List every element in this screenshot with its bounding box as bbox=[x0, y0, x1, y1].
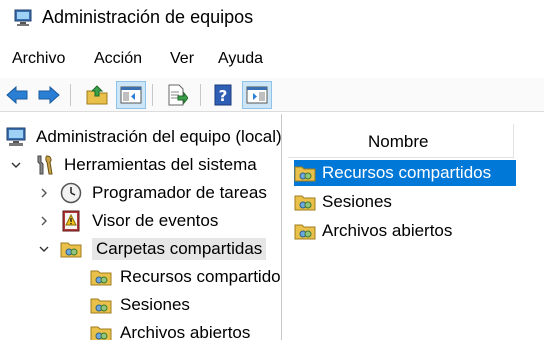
show-hide-console-tree-button[interactable] bbox=[116, 81, 146, 109]
show-hide-console-tree-icon bbox=[120, 86, 142, 104]
list-item-open-files[interactable]: Archivos abiertos bbox=[294, 218, 516, 244]
list-item-label: Sesiones bbox=[322, 192, 392, 211]
show-hide-action-pane-button[interactable] bbox=[242, 81, 272, 109]
toolbar-separator bbox=[70, 84, 71, 106]
menu-ayuda[interactable]: Ayuda bbox=[218, 50, 263, 68]
shared-folder-icon bbox=[294, 224, 316, 240]
shared-folder-icon bbox=[90, 326, 112, 340]
menu-bar: Archivo Acción Ver Ayuda bbox=[0, 44, 544, 76]
window-title: Administración de equipos bbox=[42, 7, 254, 27]
export-list-button[interactable] bbox=[162, 81, 192, 109]
shared-folder-icon bbox=[294, 166, 316, 182]
list-item-shares[interactable]: Recursos compartidos bbox=[294, 160, 516, 186]
chevron-down-icon[interactable] bbox=[10, 159, 22, 171]
menu-ver[interactable]: Ver bbox=[170, 50, 194, 68]
event-viewer-icon bbox=[62, 210, 80, 232]
show-hide-action-pane-icon bbox=[246, 86, 268, 104]
tree-label-root: Administración del equipo (local) bbox=[36, 127, 282, 146]
chevron-right-icon[interactable] bbox=[38, 215, 50, 227]
tree-label-shares: Recursos compartidos bbox=[120, 267, 282, 286]
tree-label-shared-folders: Carpetas compartidas bbox=[92, 238, 267, 260]
shared-folder-icon bbox=[90, 298, 112, 314]
column-header-label: Nombre bbox=[368, 132, 429, 151]
console-tree: Administración del equipo (local) Herram… bbox=[0, 114, 282, 340]
shared-folder-icon bbox=[294, 195, 316, 211]
list-item-label: Archivos abiertos bbox=[322, 221, 453, 240]
list-item-sessions[interactable]: Sesiones bbox=[294, 189, 516, 215]
chevron-right-icon[interactable] bbox=[38, 187, 50, 199]
svg-text:?: ? bbox=[219, 87, 228, 105]
up-folder-icon bbox=[86, 85, 108, 105]
column-header-name[interactable]: Nombre bbox=[288, 124, 514, 158]
shared-folder-icon bbox=[60, 242, 82, 258]
tree-label-task-scheduler: Programador de tareas bbox=[92, 183, 267, 202]
forward-arrow-icon bbox=[38, 85, 60, 105]
back-button[interactable] bbox=[2, 81, 32, 109]
up-one-level-button[interactable] bbox=[82, 81, 112, 109]
tree-label-sessions: Sesiones bbox=[120, 295, 190, 314]
tree-label-event-viewer: Visor de eventos bbox=[92, 211, 219, 230]
menu-archivo[interactable]: Archivo bbox=[12, 50, 65, 68]
title-bar: Administración de equipos bbox=[0, 0, 544, 40]
clock-icon bbox=[60, 182, 82, 204]
computer-management-icon bbox=[14, 9, 32, 26]
export-list-icon bbox=[168, 84, 188, 106]
help-button[interactable]: ? bbox=[208, 81, 238, 109]
tree-label-open-files: Archivos abiertos bbox=[120, 323, 251, 340]
toolbar-separator bbox=[200, 84, 201, 106]
list-item-label: Recursos compartidos bbox=[322, 163, 492, 182]
shared-folder-icon bbox=[90, 270, 112, 286]
back-arrow-icon bbox=[6, 85, 28, 105]
help-icon: ? bbox=[214, 84, 232, 106]
tree-label-system-tools: Herramientas del sistema bbox=[64, 155, 257, 174]
tools-icon bbox=[37, 155, 53, 175]
menu-accion[interactable]: Acción bbox=[94, 50, 142, 68]
toolbar: ? bbox=[0, 78, 544, 112]
result-pane: Nombre Recursos compartidos Sesiones Arc… bbox=[288, 114, 544, 340]
toolbar-separator bbox=[152, 84, 153, 106]
computer-management-icon bbox=[6, 127, 26, 146]
forward-button[interactable] bbox=[34, 81, 64, 109]
chevron-down-icon[interactable] bbox=[38, 243, 50, 255]
